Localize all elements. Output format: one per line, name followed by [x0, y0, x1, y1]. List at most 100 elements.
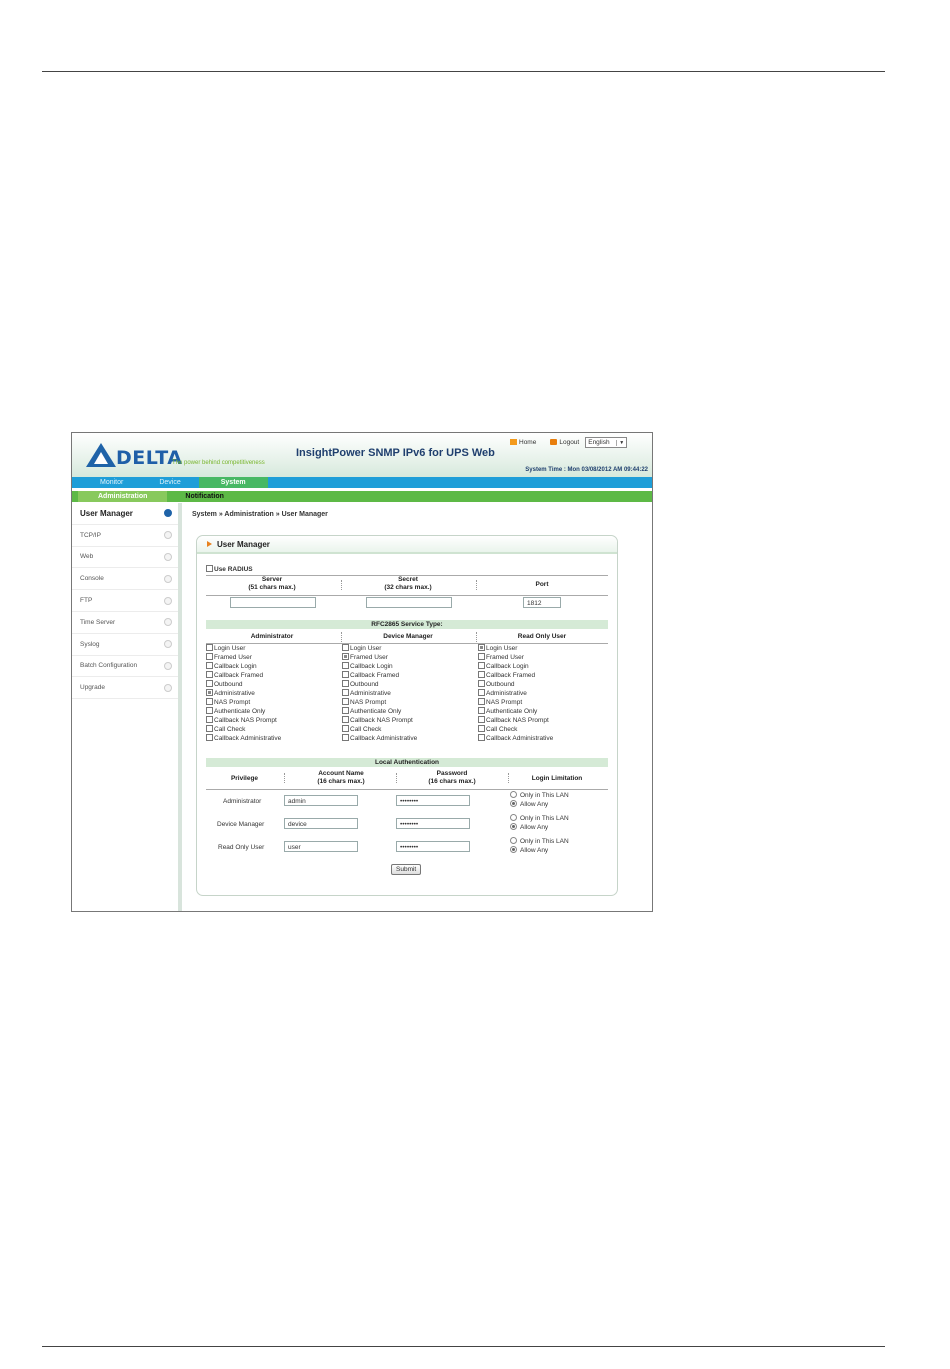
service-type-option[interactable]: Outbound	[342, 679, 417, 689]
service-type-option[interactable]: Framed User	[478, 652, 553, 662]
password-input-device-manager[interactable]: ••••••••	[396, 818, 470, 829]
service-type-checkbox[interactable]	[206, 698, 213, 706]
account-input-administrator[interactable]: admin	[284, 795, 358, 806]
home-link[interactable]: Home	[510, 439, 536, 446]
subtab-notification[interactable]: Notification	[167, 491, 242, 502]
service-type-option[interactable]: Administrative	[206, 689, 281, 698]
password-input-read-only-user[interactable]: ••••••••	[396, 841, 470, 852]
service-type-option[interactable]: NAS Prompt	[206, 698, 281, 707]
service-type-option[interactable]: Callback Administrative	[206, 734, 281, 743]
service-type-checkbox[interactable]	[342, 661, 349, 669]
service-type-checkbox[interactable]	[478, 652, 485, 660]
service-type-checkbox[interactable]	[206, 734, 213, 742]
service-type-checkbox[interactable]	[342, 734, 349, 742]
service-type-option[interactable]: Callback Login	[478, 661, 553, 671]
service-type-checkbox[interactable]	[478, 707, 485, 715]
service-type-option[interactable]: Call Check	[478, 725, 553, 734]
service-type-option[interactable]: Callback Framed	[206, 670, 281, 680]
service-type-option[interactable]: Login User	[478, 643, 553, 653]
submit-button[interactable]: Submit	[391, 864, 422, 875]
service-type-option[interactable]: Call Check	[342, 725, 417, 734]
service-type-option[interactable]: NAS Prompt	[342, 698, 417, 707]
service-type-checkbox[interactable]	[342, 652, 349, 660]
service-type-checkbox[interactable]	[478, 725, 485, 733]
tab-system[interactable]: System	[198, 477, 268, 488]
service-type-checkbox[interactable]	[342, 679, 349, 687]
sidebar-item-ftp[interactable]: FTP	[72, 590, 178, 612]
service-type-option[interactable]: Callback Administrative	[478, 734, 553, 743]
service-type-checkbox[interactable]	[206, 652, 213, 660]
sidebar-item-tcpip[interactable]: TCP/IP	[72, 525, 178, 547]
subtab-administration[interactable]: Administration	[78, 491, 168, 502]
service-type-checkbox[interactable]	[478, 689, 485, 697]
service-type-option[interactable]: Authenticate Only	[206, 707, 281, 716]
service-type-checkbox[interactable]	[342, 698, 349, 706]
sidebar-item-console[interactable]: Console	[72, 568, 178, 591]
secret-input[interactable]	[366, 597, 452, 608]
service-type-checkbox[interactable]	[478, 670, 485, 678]
service-type-checkbox[interactable]	[342, 725, 349, 733]
service-type-option[interactable]: Authenticate Only	[342, 707, 417, 716]
service-type-checkbox[interactable]	[478, 679, 485, 687]
allow-any-radio[interactable]	[510, 799, 517, 807]
service-type-checkbox[interactable]	[342, 670, 349, 678]
account-input-read-only-user[interactable]: user	[284, 841, 358, 852]
service-type-checkbox[interactable]	[342, 689, 349, 697]
service-type-checkbox[interactable]	[478, 661, 485, 669]
only-lan-radio[interactable]	[510, 790, 517, 798]
service-type-checkbox[interactable]	[206, 643, 213, 651]
service-type-option[interactable]: Framed User	[206, 652, 281, 662]
service-type-checkbox[interactable]	[206, 661, 213, 669]
only-lan-radio[interactable]	[510, 813, 517, 821]
service-type-checkbox[interactable]	[206, 725, 213, 733]
service-type-option[interactable]: Call Check	[206, 725, 281, 734]
service-type-option[interactable]: Callback NAS Prompt	[206, 716, 281, 725]
language-select[interactable]: English ▼	[585, 437, 628, 448]
logout-link[interactable]: Logout	[550, 439, 579, 446]
service-type-checkbox[interactable]	[206, 679, 213, 687]
service-type-option[interactable]: NAS Prompt	[478, 698, 553, 707]
service-type-checkbox[interactable]	[478, 716, 485, 724]
service-type-option[interactable]: Login User	[342, 643, 417, 653]
tab-monitor[interactable]: Monitor	[72, 477, 141, 488]
sidebar-item-batch-configuration[interactable]: Batch Configuration	[72, 656, 178, 678]
server-input[interactable]	[230, 597, 316, 608]
service-type-checkbox[interactable]	[206, 670, 213, 678]
service-type-checkbox[interactable]	[342, 707, 349, 715]
sidebar-item-time-server[interactable]: Time Server	[72, 612, 178, 634]
port-input[interactable]: 1812	[523, 597, 561, 608]
allow-any-radio[interactable]	[510, 845, 517, 853]
service-type-option[interactable]: Callback Framed	[342, 670, 417, 680]
service-type-option[interactable]: Outbound	[206, 679, 281, 689]
service-type-option[interactable]: Callback Login	[206, 661, 281, 671]
service-type-option[interactable]: Callback Login	[342, 661, 417, 671]
service-type-checkbox[interactable]	[478, 698, 485, 706]
service-type-checkbox[interactable]	[206, 716, 213, 724]
service-type-checkbox[interactable]	[478, 734, 485, 742]
sidebar-item-user-manager[interactable]: User Manager	[72, 503, 178, 525]
service-type-checkbox[interactable]	[206, 689, 213, 697]
service-type-checkbox[interactable]	[478, 643, 485, 651]
allow-any-radio[interactable]	[510, 822, 517, 830]
service-type-option[interactable]: Login User	[206, 643, 281, 653]
tab-device[interactable]: Device	[141, 477, 198, 488]
service-type-checkbox[interactable]	[342, 643, 349, 651]
sidebar-item-syslog[interactable]: Syslog	[72, 634, 178, 656]
service-type-option[interactable]: Administrative	[342, 689, 417, 698]
password-input-administrator[interactable]: ••••••••	[396, 795, 470, 806]
service-type-option[interactable]: Administrative	[478, 689, 553, 698]
service-type-option[interactable]: Callback Administrative	[342, 734, 417, 743]
sidebar-item-upgrade[interactable]: Upgrade	[72, 677, 178, 700]
sidebar-item-web[interactable]: Web	[72, 547, 178, 569]
account-input-device-manager[interactable]: device	[284, 818, 358, 829]
service-type-checkbox[interactable]	[342, 716, 349, 724]
service-type-option[interactable]: Authenticate Only	[478, 707, 553, 716]
service-type-option[interactable]: Outbound	[478, 679, 553, 689]
use-radius-checkbox[interactable]	[206, 565, 213, 572]
service-type-option[interactable]: Callback NAS Prompt	[342, 716, 417, 725]
only-lan-radio[interactable]	[510, 836, 517, 844]
service-type-checkbox[interactable]	[206, 707, 213, 715]
service-type-option[interactable]: Callback NAS Prompt	[478, 716, 553, 725]
service-type-option[interactable]: Framed User	[342, 652, 417, 662]
service-type-option[interactable]: Callback Framed	[478, 670, 553, 680]
